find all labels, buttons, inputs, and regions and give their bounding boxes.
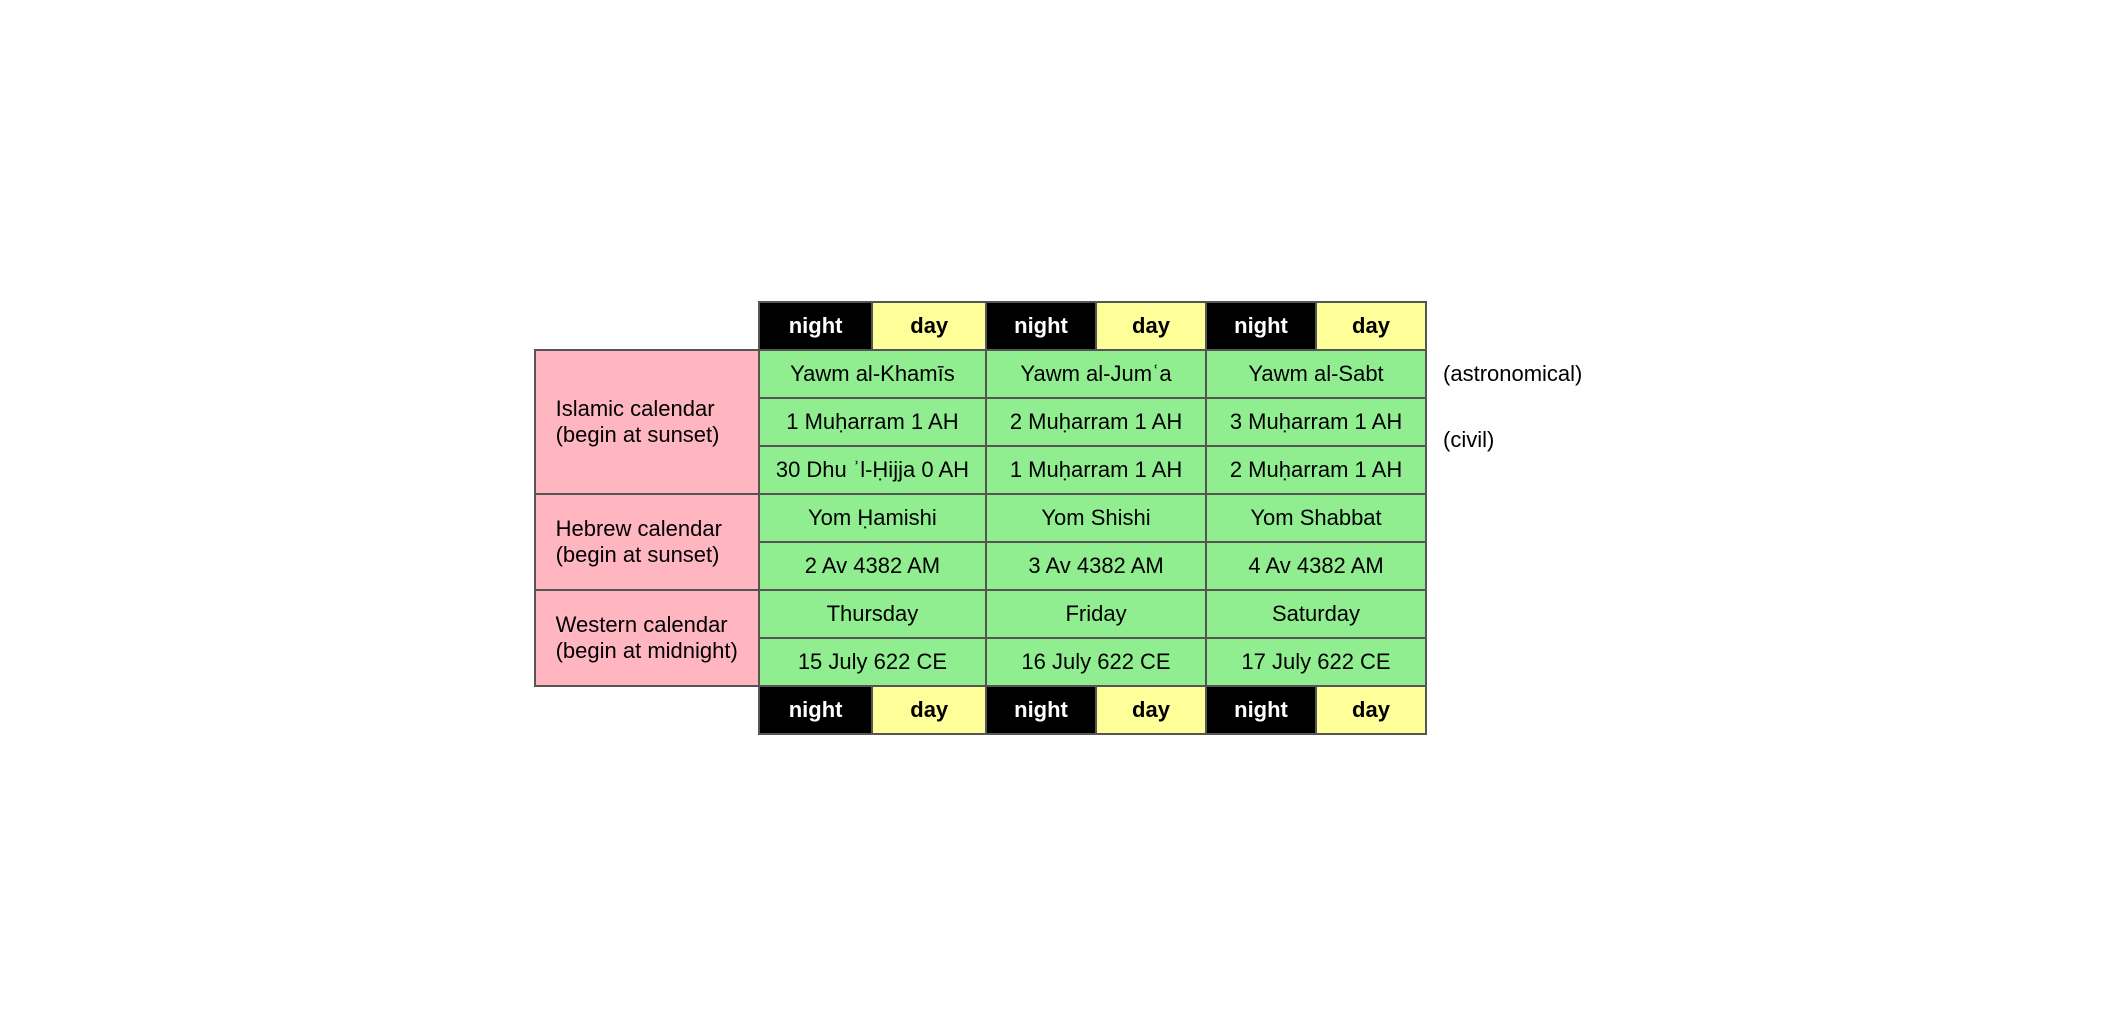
- hebrew-day1-date: 2 Av 4382 AM: [759, 542, 986, 590]
- islamic-day1-astro: 1 Muḥarram 1 AH: [759, 398, 986, 446]
- islamic-label: Islamic calendar (begin at sunset): [535, 350, 759, 494]
- islamic-day3-astro: 3 Muḥarram 1 AH: [1206, 398, 1426, 446]
- western-label: Western calendar (begin at midnight): [535, 590, 759, 686]
- header-night-3: night: [1206, 302, 1316, 350]
- islamic-day3-name: Yawm al-Sabt: [1206, 350, 1426, 398]
- header-night-1: night: [759, 302, 873, 350]
- civil-note: (civil): [1443, 427, 1582, 453]
- hebrew-label: Hebrew calendar (begin at sunset): [535, 494, 759, 590]
- header-day-2: day: [1096, 302, 1206, 350]
- astronomical-note: (astronomical): [1443, 361, 1582, 387]
- hebrew-row-daynames: Hebrew calendar (begin at sunset) Yom Ḥa…: [535, 494, 1426, 542]
- calendar-table: night day night day night day Islamic ca…: [534, 301, 1427, 735]
- header-day-3: day: [1316, 302, 1426, 350]
- islamic-day1-name: Yawm al-Khamīs: [759, 350, 986, 398]
- hebrew-day2-date: 3 Av 4382 AM: [986, 542, 1206, 590]
- main-container: night day night day night day Islamic ca…: [514, 281, 1603, 755]
- islamic-day2-astro: 2 Muḥarram 1 AH: [986, 398, 1206, 446]
- western-day1-name: Thursday: [759, 590, 986, 638]
- footer-night-3: night: [1206, 686, 1316, 734]
- western-day1-date: 15 July 622 CE: [759, 638, 986, 686]
- islamic-day2-civil: 1 Muḥarram 1 AH: [986, 446, 1206, 494]
- footer-night-2: night: [986, 686, 1096, 734]
- islamic-row-daynames: Islamic calendar (begin at sunset) Yawm …: [535, 350, 1426, 398]
- footer-night-1: night: [759, 686, 873, 734]
- header-night-2: night: [986, 302, 1096, 350]
- islamic-day2-name: Yawm al-Jumʿa: [986, 350, 1206, 398]
- hebrew-day2-name: Yom Shishi: [986, 494, 1206, 542]
- footer-day-2: day: [1096, 686, 1206, 734]
- hebrew-day3-name: Yom Shabbat: [1206, 494, 1426, 542]
- western-day3-date: 17 July 622 CE: [1206, 638, 1426, 686]
- footer-day-3: day: [1316, 686, 1426, 734]
- islamic-day1-civil: 30 Dhu ʾl-Ḥijja 0 AH: [759, 446, 986, 494]
- western-day2-date: 16 July 622 CE: [986, 638, 1206, 686]
- hebrew-day3-date: 4 Av 4382 AM: [1206, 542, 1426, 590]
- western-day3-name: Saturday: [1206, 590, 1426, 638]
- hebrew-day1-name: Yom Ḥamishi: [759, 494, 986, 542]
- side-notes: (astronomical) (civil): [1443, 301, 1582, 493]
- western-row-daynames: Western calendar (begin at midnight) Thu…: [535, 590, 1426, 638]
- footer-day-1: day: [872, 686, 986, 734]
- western-day2-name: Friday: [986, 590, 1206, 638]
- islamic-day3-civil: 2 Muḥarram 1 AH: [1206, 446, 1426, 494]
- footer-row-bottom: night day night day night day: [535, 686, 1426, 734]
- header-row-top: night day night day night day: [535, 302, 1426, 350]
- header-day-1: day: [872, 302, 986, 350]
